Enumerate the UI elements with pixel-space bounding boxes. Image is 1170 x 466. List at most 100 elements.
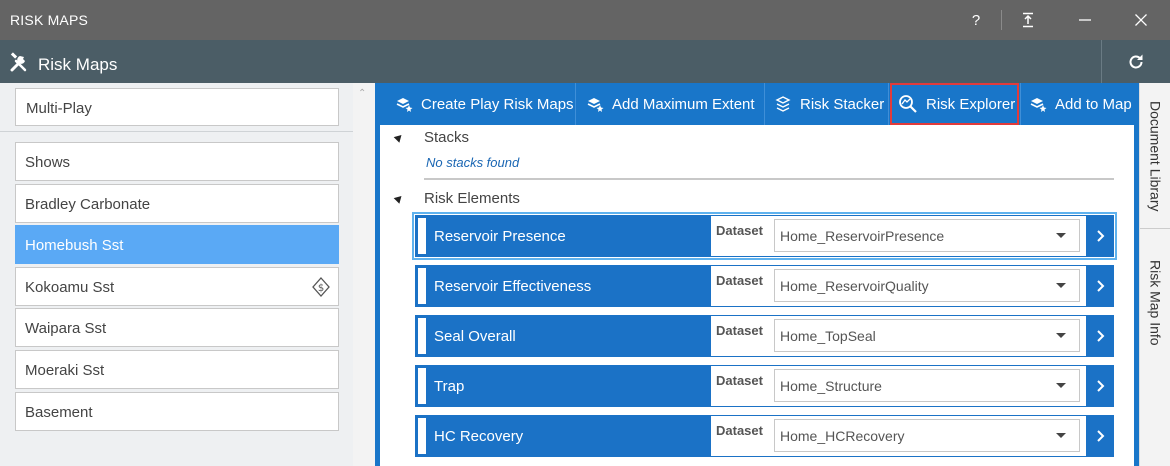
chevron-right-icon	[1097, 380, 1105, 392]
pin-icon	[1023, 12, 1033, 28]
close-button[interactable]	[1121, 0, 1161, 40]
dataset-dropdown[interactable]: Home_HCRecovery	[774, 419, 1080, 452]
list-item-waipara-sst[interactable]: Waipara Sst	[15, 308, 339, 347]
chevron-down-icon	[1056, 233, 1066, 238]
left-scrollbar[interactable]: ⌃	[353, 83, 375, 466]
minimize-button[interactable]	[1065, 0, 1105, 40]
risk-element-row[interactable]: Trap Dataset Home_Structure	[415, 365, 1114, 407]
play-selector[interactable]: Multi-Play	[15, 88, 339, 126]
expand-row-button[interactable]	[1089, 216, 1113, 256]
list-item-label: Shows	[25, 154, 71, 171]
chevron-right-icon	[1097, 280, 1105, 292]
list-item-moeraki-sst[interactable]: Moeraki Sst	[15, 350, 339, 389]
close-icon	[1135, 14, 1147, 26]
magnifier-map-icon	[899, 95, 917, 113]
expand-row-button[interactable]	[1089, 316, 1113, 356]
dataset-value: Home_HCRecovery	[780, 428, 905, 444]
stacks-section-header[interactable]: Stacks	[393, 129, 469, 146]
dataset-panel: Dataset Home_TopSeal	[711, 316, 1086, 356]
dataset-dropdown[interactable]: Home_ReservoirPresence	[774, 219, 1080, 252]
dataset-label: Dataset	[716, 223, 763, 238]
row-marker	[418, 368, 426, 404]
dataset-panel: Dataset Home_HCRecovery	[711, 416, 1086, 456]
header-title: Risk Maps	[38, 55, 118, 74]
chevron-right-icon	[1097, 430, 1105, 442]
risk-element-row[interactable]: Reservoir Effectiveness Dataset Home_Res…	[415, 265, 1114, 307]
help-button[interactable]: ?	[956, 0, 996, 40]
chevron-right-icon	[1097, 230, 1105, 242]
dataset-panel: Dataset Home_Structure	[711, 366, 1086, 406]
risk-element-row[interactable]: Reservoir Presence Dataset Home_Reservoi…	[412, 212, 1117, 260]
list-item-label: Bradley Carbonate	[25, 196, 151, 213]
dataset-label: Dataset	[716, 323, 763, 338]
list-item-bradley-carbonate[interactable]: Bradley Carbonate	[15, 184, 339, 223]
dataset-label: Dataset	[716, 423, 763, 438]
list-item-label: Moeraki Sst	[25, 362, 105, 379]
toolbar-separator	[575, 83, 576, 125]
expand-row-button[interactable]	[1089, 416, 1113, 456]
dataset-label: Dataset	[716, 273, 763, 288]
tab-risk-map-info[interactable]: Risk Map Info	[1140, 253, 1170, 353]
no-stacks-message: No stacks found	[426, 155, 520, 170]
side-tab-separator	[1140, 228, 1170, 229]
risk-element-name: Trap	[434, 378, 465, 395]
list-item-label: Kokoamu Sst	[25, 279, 115, 296]
risk-explorer-button[interactable]: Risk Explorer	[890, 83, 1019, 125]
list-item-basement[interactable]: Basement	[15, 392, 339, 431]
risk-element-row[interactable]: Seal Overall Dataset Home_TopSeal	[415, 315, 1114, 357]
risk-maps-main-panel: Create Play Risk Maps Add Maximum Extent…	[375, 83, 1139, 466]
tab-document-library[interactable]: Document Library	[1140, 91, 1170, 221]
refresh-button[interactable]	[1101, 40, 1170, 83]
dataset-value: Home_ReservoirPresence	[780, 228, 945, 244]
dataset-value: Home_ReservoirQuality	[780, 278, 929, 294]
chevron-down-icon	[1056, 333, 1066, 338]
chevron-down-icon	[1056, 383, 1066, 388]
svg-text:$: $	[318, 283, 324, 294]
window-title-bar: RISK MAPS ?	[0, 0, 1170, 40]
dataset-dropdown[interactable]: Home_Structure	[774, 369, 1080, 402]
risk-content-area: Stacks No stacks found Risk Elements Res…	[380, 125, 1134, 466]
pin-button[interactable]	[1008, 0, 1048, 40]
list-item-kokoamu-sst[interactable]: Kokoamu Sst $	[15, 267, 339, 306]
tools-icon	[10, 52, 27, 72]
dataset-value: Home_TopSeal	[780, 328, 876, 344]
risk-elements-section-header[interactable]: Risk Elements	[393, 190, 520, 207]
layers-star-icon	[587, 98, 604, 112]
collapse-triangle-icon[interactable]	[393, 132, 405, 143]
dataset-dropdown[interactable]: Home_TopSeal	[774, 319, 1080, 352]
add-maximum-extent-button[interactable]: Add Maximum Extent	[586, 83, 755, 125]
toolbar: Create Play Risk Maps Add Maximum Extent…	[375, 83, 1139, 125]
row-marker	[418, 418, 426, 454]
scroll-up-icon[interactable]: ⌃	[358, 88, 366, 99]
layers-star-icon	[1030, 98, 1047, 112]
dollar-diamond-icon[interactable]: $	[312, 277, 330, 297]
expand-row-button[interactable]	[1089, 366, 1113, 406]
side-tab-bar: Document Library Risk Map Info	[1139, 83, 1170, 466]
chevron-right-icon	[1097, 330, 1105, 342]
stacks-divider	[424, 178, 1114, 180]
risk-element-name: Reservoir Effectiveness	[434, 278, 592, 295]
dataset-value: Home_Structure	[780, 378, 882, 394]
tab-label: Document Library	[1147, 100, 1164, 212]
list-item-label: Waipara Sst	[25, 320, 107, 337]
row-marker	[418, 318, 426, 354]
row-marker	[418, 268, 426, 304]
toolbar-button-label: Add Maximum Extent	[612, 95, 755, 113]
toolbar-separator	[888, 83, 889, 125]
add-to-map-button[interactable]: Add to Map	[1029, 83, 1132, 125]
left-divider	[0, 131, 353, 132]
collapse-triangle-icon[interactable]	[393, 193, 405, 204]
tab-label: Risk Map Info	[1147, 260, 1164, 346]
risk-element-row[interactable]: HC Recovery Dataset Home_HCRecovery	[415, 415, 1114, 457]
toolbar-button-label: Create Play Risk Maps	[421, 95, 574, 113]
risk-stacker-button[interactable]: Risk Stacker	[774, 83, 884, 125]
dataset-dropdown[interactable]: Home_ReservoirQuality	[774, 269, 1080, 302]
list-item-homebush-sst[interactable]: Homebush Sst	[15, 225, 339, 264]
list-item-shows[interactable]: Shows	[15, 142, 339, 181]
create-play-risk-maps-button[interactable]: Create Play Risk Maps	[395, 83, 574, 125]
toolbar-button-label: Risk Explorer	[926, 95, 1016, 113]
refresh-icon	[1129, 54, 1143, 68]
dataset-panel: Dataset Home_ReservoirPresence	[711, 216, 1086, 256]
expand-row-button[interactable]	[1089, 266, 1113, 306]
dataset-panel: Dataset Home_ReservoirQuality	[711, 266, 1086, 306]
